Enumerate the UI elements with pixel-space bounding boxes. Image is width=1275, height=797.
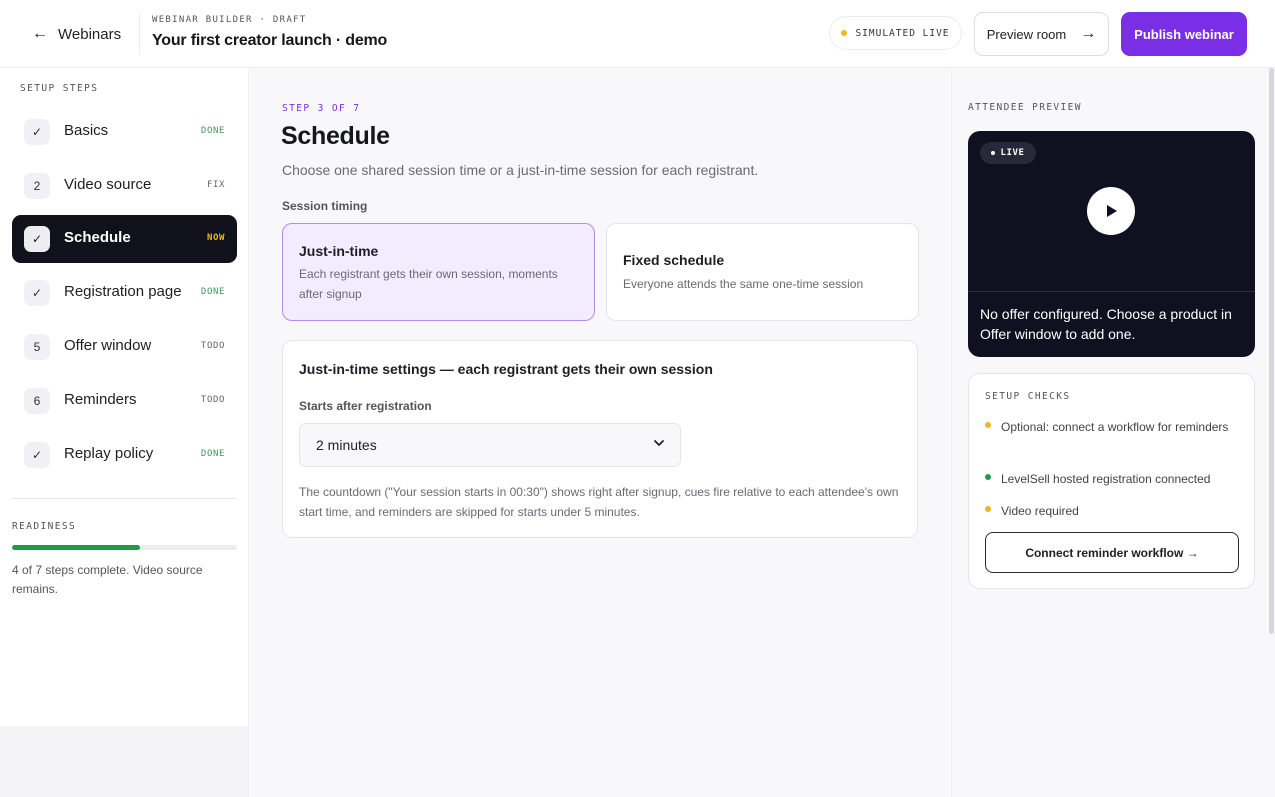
option-title: Fixed schedule — [623, 252, 725, 268]
check-text: Optional: connect a workflow for reminde… — [1001, 420, 1229, 434]
video-preview: LIVE No offer configured. Choose a produ… — [968, 131, 1255, 357]
readiness-summary: 4 of 7 steps complete. Video source rema… — [12, 563, 203, 596]
step-number: 6 — [24, 388, 50, 414]
readiness-label: READINESS — [12, 521, 77, 532]
step-status: TODO — [200, 395, 225, 405]
sidebar-step-replay-policy[interactable]: ✓ Replay policy DONE — [12, 431, 237, 479]
check-icon: ✓ — [24, 442, 50, 468]
step-label: Video source — [64, 176, 152, 193]
play-icon — [1107, 205, 1117, 217]
back-to-webinars-button[interactable]: ← Webinars — [14, 13, 140, 55]
attendee-preview-label: ATTENDEE PREVIEW — [968, 102, 1082, 113]
offer-message: No offer configured. Choose a product in… — [980, 306, 1232, 342]
starts-after-label: Starts after registration — [299, 399, 432, 413]
connect-reminder-workflow-button[interactable]: Connect reminder workflow → — [985, 532, 1239, 573]
option-title: Just-in-time — [299, 243, 379, 259]
arrow-right-icon: → — [1080, 25, 1097, 42]
session-timing-label: Session timing — [282, 199, 368, 213]
warning-dot-icon — [985, 506, 991, 512]
sidebar-step-schedule[interactable]: ✓ Schedule NOW — [12, 215, 237, 263]
option-fixed-schedule[interactable]: Fixed schedule Everyone attends the same… — [606, 223, 919, 321]
check-text: LevelSell hosted registration connected — [1001, 472, 1211, 486]
step-number: 5 — [24, 334, 50, 360]
preview-room-button[interactable]: Preview room → — [974, 12, 1109, 56]
check-text: Video required — [1001, 504, 1079, 518]
mode-badge-label: SIMULATED LIVE — [855, 27, 950, 39]
step-label: Offer window — [64, 337, 152, 354]
section-title: Schedule — [281, 122, 390, 150]
back-label: Webinars — [58, 25, 122, 43]
breadcrumb: WEBINAR BUILDER · DRAFT — [152, 15, 307, 25]
step-status: DONE — [200, 126, 225, 136]
scrollbar[interactable] — [1269, 68, 1274, 634]
live-label: LIVE — [1000, 148, 1025, 158]
step-status: DONE — [200, 449, 225, 459]
step-label: Schedule — [64, 229, 131, 246]
step-label: Replay policy — [64, 445, 154, 462]
live-dot-icon — [991, 151, 996, 155]
setup-checks-label: SETUP CHECKS — [985, 391, 1071, 402]
just-in-time-settings-card: Just-in-time settings — each registrant … — [282, 340, 918, 538]
check-icon: ✓ — [24, 226, 50, 252]
step-status: NOW — [206, 233, 225, 243]
publish-webinar-button[interactable]: Publish webinar — [1121, 12, 1247, 56]
main-content: STEP 3 OF 7 Schedule Choose one shared s… — [250, 68, 950, 797]
option-just-in-time[interactable]: Just-in-time Each registrant gets their … — [282, 223, 595, 321]
live-badge: LIVE — [980, 142, 1036, 164]
check-icon: ✓ — [24, 119, 50, 145]
status-dot-icon — [841, 30, 848, 36]
starts-after-select[interactable]: 2 minutes — [299, 423, 681, 467]
chevron-down-icon — [654, 440, 664, 446]
step-label: Registration page — [64, 283, 182, 300]
step-counter: STEP 3 OF 7 — [282, 103, 361, 114]
step-number: 2 — [24, 173, 50, 199]
step-status: TODO — [200, 341, 225, 351]
simulated-live-badge: SIMULATED LIVE — [829, 16, 962, 50]
option-description: Everyone attends the same one-time sessi… — [623, 277, 864, 291]
preview-room-label: Preview room — [986, 26, 1067, 42]
sidebar-divider — [12, 498, 237, 499]
sidebar-step-video-source[interactable]: 2 Video source FIX — [12, 162, 237, 210]
top-bar: ← Webinars WEBINAR BUILDER · DRAFT Your … — [0, 0, 1275, 68]
jit-note: The countdown ("Your session starts in 0… — [299, 485, 899, 519]
step-status: DONE — [200, 287, 225, 297]
readiness-progress-fill — [12, 545, 141, 550]
section-description: Choose one shared session time or a just… — [282, 162, 759, 178]
sidebar-footer-area — [0, 726, 249, 797]
sidebar-step-reminders[interactable]: 6 Reminders TODO — [12, 377, 237, 425]
success-dot-icon — [985, 474, 991, 480]
step-label: Basics — [64, 122, 109, 139]
arrow-left-icon: ← — [32, 25, 48, 42]
play-button[interactable] — [1087, 187, 1135, 235]
readiness-progress-bar — [12, 545, 237, 550]
option-description: Each registrant gets their own session, … — [299, 267, 558, 301]
sidebar-step-offer-window[interactable]: 5 Offer window TODO — [12, 323, 237, 371]
setup-steps-sidebar: SETUP STEPS ✓ Basics DONE 2 Video source… — [0, 68, 249, 726]
starts-after-value: 2 minutes — [316, 437, 377, 453]
setup-steps-label: SETUP STEPS — [20, 83, 99, 94]
page-title: Your first creator launch · demo — [152, 32, 388, 49]
attendee-preview-panel: ATTENDEE PREVIEW LIVE No offer configure… — [951, 68, 1275, 797]
warning-dot-icon — [985, 422, 991, 428]
sidebar-step-basics[interactable]: ✓ Basics DONE — [12, 108, 237, 156]
step-label: Reminders — [64, 391, 137, 408]
video-divider — [968, 291, 1255, 292]
step-status: FIX — [206, 180, 225, 190]
jit-settings-title: Just-in-time settings — each registrant … — [299, 361, 713, 377]
sidebar-step-registration-page[interactable]: ✓ Registration page DONE — [12, 269, 237, 317]
check-icon: ✓ — [24, 280, 50, 306]
setup-checks-card: SETUP CHECKS Optional: connect a workflo… — [968, 373, 1255, 589]
